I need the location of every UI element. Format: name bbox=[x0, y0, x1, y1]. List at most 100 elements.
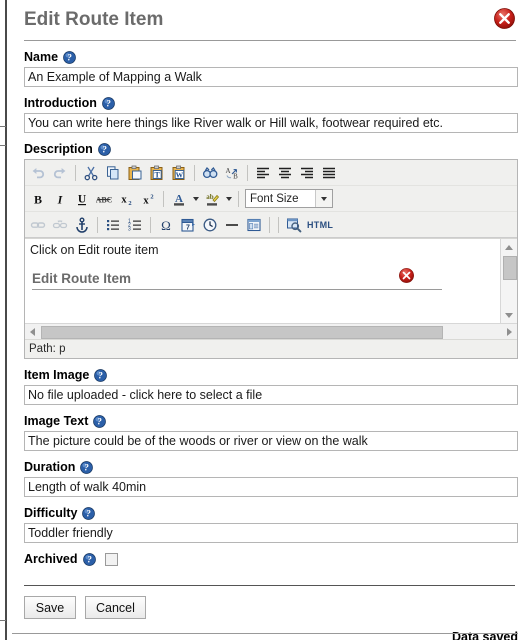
align-left-icon[interactable] bbox=[252, 162, 274, 184]
unlink-icon[interactable] bbox=[49, 214, 71, 236]
help-icon[interactable]: ? bbox=[102, 96, 115, 110]
label-item-image: Item Image ? bbox=[21, 359, 518, 385]
undo-icon[interactable] bbox=[27, 162, 49, 184]
label-difficulty-text: Difficulty bbox=[24, 506, 78, 520]
help-icon[interactable]: ? bbox=[93, 414, 107, 428]
edit-route-item-dialog: Edit Route Item Name ? An Example of Map… bbox=[12, 0, 527, 640]
paste-from-word-icon[interactable]: W bbox=[168, 162, 190, 184]
introduction-input[interactable] bbox=[24, 113, 518, 133]
embedded-preview: Edit Route Item bbox=[32, 268, 452, 290]
help-icon[interactable]: ? bbox=[82, 552, 96, 566]
editor-body-text: Click on Edit route item bbox=[30, 243, 159, 257]
italic-icon[interactable]: I bbox=[49, 188, 71, 210]
help-icon[interactable]: ? bbox=[80, 460, 94, 474]
svg-text:3: 3 bbox=[128, 226, 131, 232]
svg-text:Ω: Ω bbox=[161, 218, 171, 233]
save-button[interactable]: Save bbox=[24, 596, 76, 619]
svg-text:?: ? bbox=[87, 554, 92, 564]
find-icon[interactable] bbox=[199, 162, 221, 184]
html-source-button[interactable]: HTML bbox=[307, 220, 333, 230]
svg-text:7: 7 bbox=[186, 224, 190, 231]
help-icon[interactable]: ? bbox=[82, 506, 96, 520]
paste-as-text-icon[interactable]: T bbox=[146, 162, 168, 184]
field-item-image: Item Image ? bbox=[21, 359, 518, 405]
duration-input[interactable] bbox=[24, 477, 518, 497]
item-image-input[interactable] bbox=[24, 385, 518, 405]
copy-icon[interactable] bbox=[102, 162, 124, 184]
svg-text:I: I bbox=[57, 192, 64, 206]
text-color-arrow-icon[interactable] bbox=[190, 188, 201, 210]
text-color-icon[interactable]: A bbox=[168, 188, 190, 210]
frame-tick bbox=[0, 126, 6, 127]
scroll-down-arrow-icon[interactable] bbox=[501, 307, 517, 323]
label-introduction: Introduction ? bbox=[21, 87, 518, 113]
editor-toolbar-row-3: 123 Ω 7 HTML bbox=[25, 212, 517, 238]
help-icon[interactable]: ? bbox=[94, 368, 108, 382]
cut-icon[interactable] bbox=[80, 162, 102, 184]
toolbar-separator bbox=[97, 216, 98, 233]
help-icon[interactable]: ? bbox=[63, 50, 76, 64]
link-icon[interactable] bbox=[27, 214, 49, 236]
svg-text:?: ? bbox=[99, 370, 104, 380]
image-text-input[interactable] bbox=[24, 431, 518, 451]
align-justify-icon[interactable] bbox=[318, 162, 340, 184]
label-item-image-text: Item Image bbox=[24, 368, 90, 382]
toolbar-separator bbox=[194, 164, 195, 181]
horizontal-rule-icon[interactable] bbox=[221, 214, 243, 236]
chevron-down-icon[interactable] bbox=[315, 190, 332, 207]
label-duration-text: Duration bbox=[24, 460, 76, 474]
label-name-text: Name bbox=[24, 50, 59, 64]
archived-checkbox[interactable] bbox=[104, 552, 118, 566]
difficulty-input[interactable] bbox=[24, 523, 518, 543]
bullet-list-icon[interactable] bbox=[102, 214, 124, 236]
svg-text:2: 2 bbox=[128, 200, 131, 207]
scroll-left-arrow-icon[interactable] bbox=[25, 324, 40, 339]
close-circle-icon[interactable] bbox=[494, 8, 515, 29]
strikethrough-icon[interactable]: ABC bbox=[93, 188, 115, 210]
bold-icon[interactable]: B bbox=[27, 188, 49, 210]
preview-icon[interactable] bbox=[283, 214, 305, 236]
editor-content-area[interactable]: Click on Edit route item Edit Route Item bbox=[25, 238, 517, 323]
subscript-icon[interactable]: x2 bbox=[115, 188, 137, 210]
svg-text:?: ? bbox=[87, 508, 92, 518]
vertical-scroll-thumb[interactable] bbox=[503, 256, 517, 280]
scroll-up-arrow-icon[interactable] bbox=[501, 239, 517, 255]
svg-text:2: 2 bbox=[150, 193, 153, 200]
name-input[interactable] bbox=[24, 67, 518, 87]
insert-time-icon[interactable] bbox=[199, 214, 221, 236]
field-introduction: Introduction ? bbox=[21, 87, 518, 133]
editor-toolbar-row-1: T W AB bbox=[25, 160, 517, 186]
editor-vertical-scrollbar[interactable] bbox=[500, 239, 517, 323]
editor-horizontal-scrollbar[interactable] bbox=[25, 323, 517, 339]
horizontal-scroll-thumb[interactable] bbox=[41, 326, 443, 339]
background-color-arrow-icon[interactable] bbox=[223, 188, 234, 210]
underline-icon[interactable]: U bbox=[71, 188, 93, 210]
font-size-select[interactable]: Font Size bbox=[245, 189, 333, 208]
path-label: Path: bbox=[29, 343, 56, 355]
label-description-text: Description bbox=[24, 142, 93, 156]
path-value: p bbox=[59, 343, 66, 355]
dialog-screen: Edit Route Item Name ? An Example of Map… bbox=[0, 0, 527, 640]
redo-icon[interactable] bbox=[49, 162, 71, 184]
help-icon[interactable]: ? bbox=[97, 142, 111, 156]
numbered-list-icon[interactable]: 123 bbox=[124, 214, 146, 236]
anchor-icon[interactable] bbox=[71, 214, 93, 236]
align-center-icon[interactable] bbox=[274, 162, 296, 184]
label-image-text-text: Image Text bbox=[24, 414, 89, 428]
scroll-right-arrow-icon[interactable] bbox=[502, 324, 517, 339]
background-color-icon[interactable]: ab bbox=[201, 188, 223, 210]
label-difficulty: Difficulty ? bbox=[21, 497, 518, 523]
editor-status-bar: Path: p bbox=[25, 339, 517, 358]
find-replace-icon[interactable]: AB bbox=[221, 162, 243, 184]
close-circle-icon[interactable] bbox=[399, 268, 414, 283]
paste-icon[interactable] bbox=[124, 162, 146, 184]
bottom-divider bbox=[12, 633, 518, 634]
svg-text:T: T bbox=[155, 170, 161, 179]
superscript-icon[interactable]: x2 bbox=[137, 188, 159, 210]
special-character-icon[interactable]: Ω bbox=[155, 214, 177, 236]
cancel-button[interactable]: Cancel bbox=[85, 596, 146, 619]
label-description: Description ? bbox=[21, 133, 518, 159]
insert-date-icon[interactable]: 7 bbox=[177, 214, 199, 236]
template-icon[interactable] bbox=[243, 214, 265, 236]
align-right-icon[interactable] bbox=[296, 162, 318, 184]
